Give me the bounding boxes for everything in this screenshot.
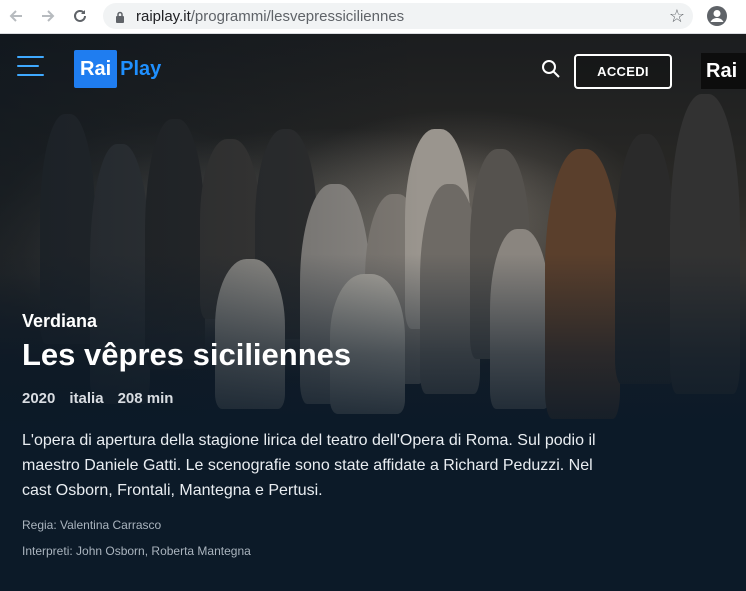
program-description: L'opera di apertura della stagione liric…: [22, 432, 596, 499]
browser-toolbar: raiplay.it/programmi/lesvepressicilienne…: [0, 0, 746, 34]
menu-icon[interactable]: [17, 56, 44, 78]
logo-play: Play: [120, 57, 162, 80]
program-cast: Interpreti: John Osborn, Roberta Mantegn…: [22, 544, 251, 558]
program-year: 2020: [22, 390, 56, 407]
url-text: raiplay.it/programmi/lesvepressicilienne…: [136, 8, 404, 25]
rai-corner-logo[interactable]: Rai: [701, 53, 746, 89]
logo-rai: Rai: [74, 50, 118, 88]
program-director: Regia: Valentina Carrasco: [22, 518, 162, 532]
search-icon[interactable]: [541, 59, 561, 79]
program-duration: 208 min: [117, 390, 174, 407]
forward-icon[interactable]: [37, 5, 59, 27]
raiplay-logo[interactable]: Rai Play: [74, 49, 161, 89]
program-country: italia: [69, 390, 104, 407]
program-meta: 2020 italia 208 min: [22, 390, 173, 407]
profile-icon[interactable]: [706, 5, 728, 27]
bookmark-star-icon[interactable]: ☆: [669, 6, 685, 26]
login-button[interactable]: ACCEDI: [574, 54, 672, 89]
lock-icon: [115, 10, 125, 28]
program-title: Les vêpres siciliennes: [22, 337, 352, 372]
back-icon[interactable]: [5, 5, 27, 27]
url-domain: raiplay.it: [136, 8, 191, 25]
raiplay-page: Rai Play ACCEDI Rai Verdiana Les vêpres …: [0, 34, 746, 591]
address-bar[interactable]: raiplay.it/programmi/lesvepressicilienne…: [103, 3, 693, 29]
reload-icon[interactable]: [69, 5, 91, 27]
url-path: /programmi/lesvepressiciliennes: [190, 8, 405, 25]
program-brand[interactable]: Verdiana: [22, 311, 97, 332]
